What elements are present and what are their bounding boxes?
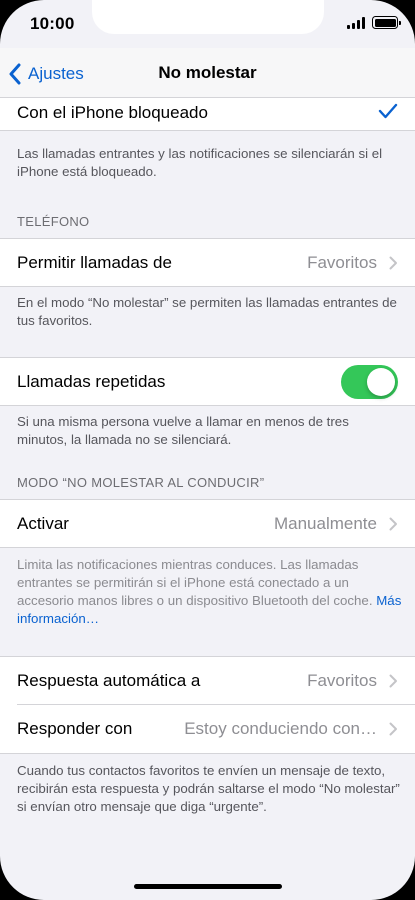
status-time: 10:00	[30, 14, 75, 33]
activate-footnote: Limita las notificaciones mientras condu…	[17, 556, 402, 628]
activate-row[interactable]: Activar Manualmente	[0, 499, 415, 548]
locked-option-label: Con el iPhone bloqueado	[17, 103, 208, 122]
allow-calls-row[interactable]: Permitir llamadas de Favoritos	[0, 238, 415, 287]
locked-footnote: Las llamadas entrantes y las notificacio…	[17, 146, 383, 179]
toggle-knob	[367, 367, 395, 396]
checkmark-icon	[378, 103, 398, 119]
page-title: No molestar	[158, 63, 257, 82]
activate-label: Activar	[17, 513, 69, 533]
activate-value: Manualmente	[273, 513, 377, 533]
chevron-right-icon	[389, 722, 397, 736]
chevron-right-icon	[389, 674, 397, 688]
status-bar: 10:00	[0, 0, 415, 48]
allow-calls-footnote: En el modo “No molestar” se permiten las…	[17, 295, 397, 328]
repeated-calls-label: Llamadas repetidas	[17, 371, 166, 391]
auto-reply-label: Respuesta automática a	[17, 671, 201, 690]
auto-reply-row[interactable]: Respuesta automática a Favoritos	[0, 656, 415, 705]
reply-with-row[interactable]: Responder con Estoy conduciendo con…	[0, 705, 415, 754]
reply-footnote: Cuando tus contactos favoritos te envíen…	[17, 763, 400, 814]
auto-reply-value: Favoritos	[307, 671, 377, 690]
allow-calls-label: Permitir llamadas de	[17, 252, 172, 272]
repeated-calls-row: Llamadas repetidas	[0, 357, 415, 406]
phone-screen: 10:00 Ajustes No molestar Con el iPhone …	[0, 0, 415, 900]
repeated-calls-footnote: Si una misma persona vuelve a llamar en …	[17, 414, 349, 447]
reply-with-label: Responder con	[17, 719, 133, 738]
notch	[92, 0, 324, 34]
locked-option-row[interactable]: Con el iPhone bloqueado	[0, 98, 415, 131]
cellular-signal-icon	[347, 17, 365, 29]
navigation-bar: Ajustes No molestar	[0, 48, 415, 98]
driving-section-header: MODO “NO MOLESTAR AL CONDUCIR”	[17, 475, 265, 490]
phone-section-header: TELÉFONO	[17, 214, 90, 229]
home-indicator[interactable]	[134, 884, 282, 889]
chevron-right-icon	[389, 517, 397, 530]
battery-icon	[372, 16, 401, 29]
activate-footnote-text: Limita las notificaciones mientras condu…	[17, 557, 373, 608]
allow-calls-value: Favoritos	[307, 252, 377, 272]
reply-with-value: Estoy conduciendo con…	[184, 719, 377, 738]
chevron-right-icon	[389, 256, 397, 269]
repeated-calls-toggle[interactable]	[341, 364, 398, 399]
